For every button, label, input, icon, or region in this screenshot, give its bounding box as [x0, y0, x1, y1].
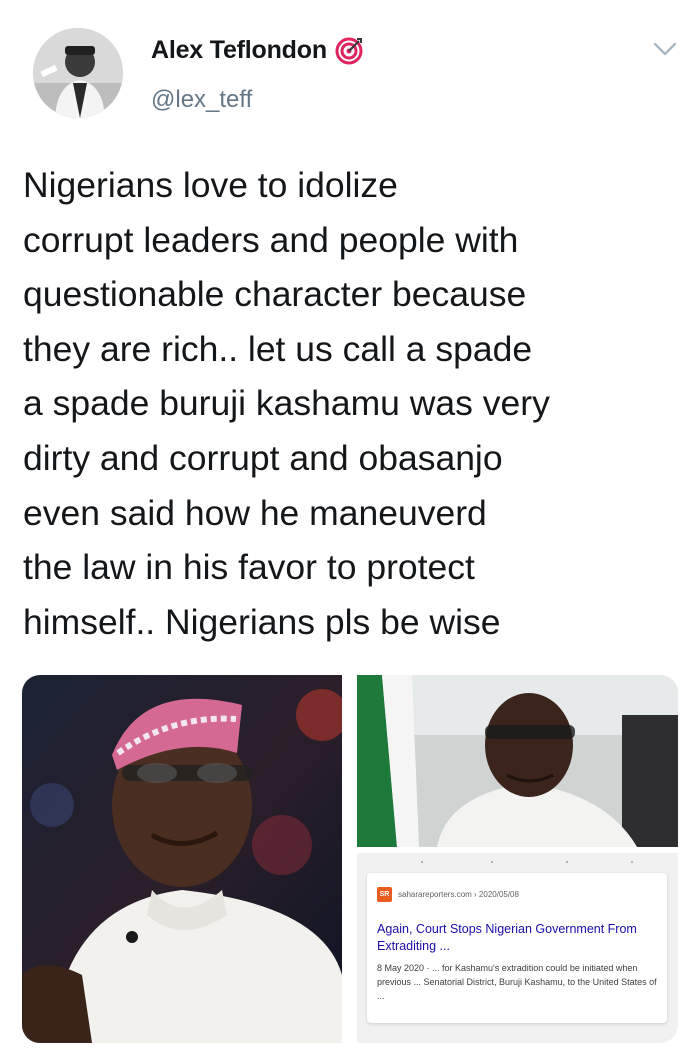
search-result-title[interactable]: Again, Court Stops Nigerian Government F…: [377, 921, 647, 955]
divider-dots: [421, 861, 633, 863]
tweet-line: himself.. Nigerians pls be wise: [23, 601, 501, 642]
sahara-reporters-logo: SR: [377, 887, 392, 902]
search-result-snippet: 8 May 2020 · ... for Kashamu's extraditi…: [377, 963, 657, 1001]
search-result-source: SR saharareporters.com › 2020/05/08: [377, 887, 519, 902]
tweet-line: the law in his favor to protect: [23, 547, 475, 588]
search-result-url: saharareporters.com › 2020/05/08: [398, 890, 519, 899]
tweet-line: corrupt leaders and people with: [23, 219, 519, 260]
media-search-result-screenshot[interactable]: SR saharareporters.com › 2020/05/08 Agai…: [357, 853, 678, 1043]
chevron-down-icon[interactable]: [651, 38, 679, 60]
media-photo-kashamu[interactable]: [357, 675, 678, 847]
target-icon: [335, 37, 363, 65]
tweet-line: a spade buruji kashamu was very: [23, 383, 550, 424]
tweet-header: Alex Teflondon @lex_teff: [0, 0, 699, 140]
avatar[interactable]: [33, 28, 123, 118]
tweet-text: Nigerians love to idolize corrupt leader…: [23, 158, 683, 649]
tweet-line: Nigerians love to idolize: [23, 165, 398, 205]
tweet-line: questionable character because: [23, 274, 527, 315]
display-name[interactable]: Alex Teflondon: [151, 36, 327, 65]
tweet-line: they are rich.. let us call a spade: [23, 328, 533, 369]
tweet-line: dirty and corrupt and obasanjo: [23, 437, 503, 478]
user-handle[interactable]: @lex_teff: [151, 86, 252, 114]
search-result-card[interactable]: SR saharareporters.com › 2020/05/08 Agai…: [367, 873, 667, 1023]
tweet-media-grid: SR saharareporters.com › 2020/05/08 Agai…: [22, 675, 678, 1043]
tweet-line: even said how he maneuverd: [23, 492, 487, 533]
avatar-photo: [33, 28, 123, 118]
media-photo-obasanjo[interactable]: [22, 675, 342, 1043]
